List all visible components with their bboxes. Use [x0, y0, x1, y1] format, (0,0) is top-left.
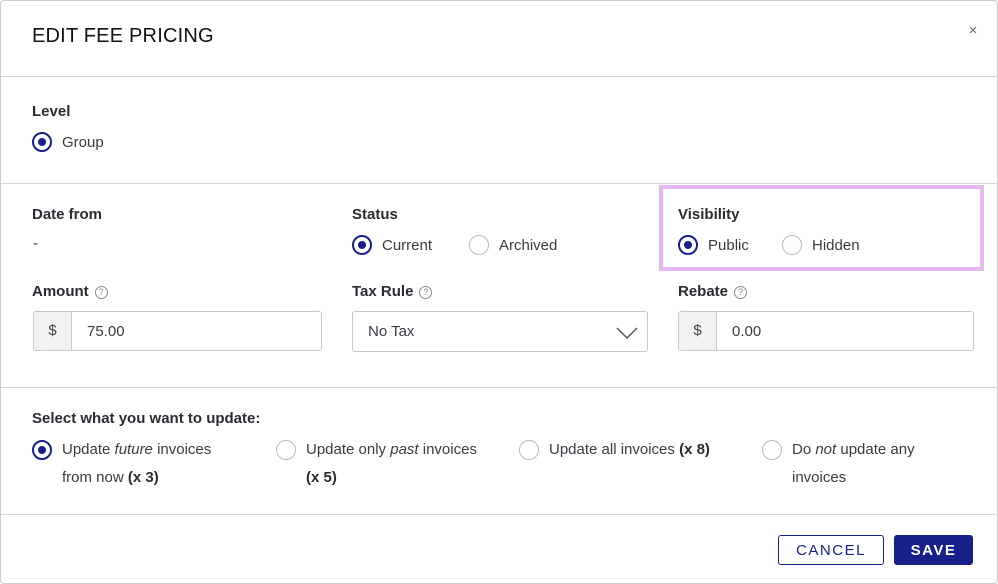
tax-rule-selected-value: No Tax — [368, 323, 415, 340]
chevron-down-icon — [616, 327, 638, 340]
update-all-radio[interactable] — [519, 440, 539, 460]
tax-rule-label: Tax Rule? — [352, 283, 433, 300]
visibility-hidden-radio[interactable] — [782, 235, 802, 255]
rebate-help-icon[interactable]: ? — [734, 286, 748, 299]
amount-label-text: Amount — [32, 283, 89, 300]
tax-rule-select[interactable]: No Tax — [352, 311, 648, 352]
update-none-label: Do not update any invoices — [792, 441, 915, 486]
rebate-field: $ — [678, 311, 974, 351]
dialog-title: EDIT FEE PRICING — [32, 25, 214, 47]
rebate-input[interactable] — [718, 312, 973, 350]
save-button[interactable]: SAVE — [894, 535, 973, 565]
status-current-radio[interactable] — [352, 235, 372, 255]
amount-field: $ — [33, 311, 322, 351]
cancel-button[interactable]: CANCEL — [778, 535, 884, 565]
visibility-hidden-label: Hidden — [812, 237, 860, 254]
edit-fee-pricing-dialog: EDIT FEE PRICING × Level Group Date from… — [0, 0, 998, 584]
level-group-radio[interactable] — [32, 132, 52, 152]
visibility-public-radio[interactable] — [678, 235, 698, 255]
visibility-highlight — [659, 185, 984, 271]
tax-rule-label-text: Tax Rule — [352, 283, 414, 300]
status-label: Status — [352, 206, 398, 223]
footer-divider — [1, 514, 998, 515]
level-divider — [1, 183, 998, 184]
level-group-label: Group — [62, 134, 104, 151]
rebate-label: Rebate? — [678, 283, 748, 300]
update-none-radio[interactable] — [762, 440, 782, 460]
status-current-label: Current — [382, 237, 433, 254]
amount-input[interactable] — [73, 312, 321, 350]
update-past-label: Update only past invoices (x 5) — [306, 441, 477, 486]
fields-divider — [1, 387, 998, 388]
update-future-radio[interactable] — [32, 440, 52, 460]
close-icon[interactable]: × — [965, 21, 981, 41]
update-all-label: Update all invoices (x 8) — [549, 441, 710, 458]
update-past-radio[interactable] — [276, 440, 296, 460]
header-divider — [1, 76, 998, 77]
rebate-currency-symbol: $ — [679, 312, 717, 350]
amount-help-icon[interactable]: ? — [94, 286, 108, 299]
update-scope-label: Select what you want to update: — [32, 410, 261, 427]
tax-rule-help-icon[interactable]: ? — [419, 286, 433, 299]
visibility-public-label: Public — [708, 237, 749, 254]
status-archived-radio[interactable] — [469, 235, 489, 255]
level-label: Level — [32, 103, 71, 120]
rebate-label-text: Rebate — [678, 283, 729, 300]
date-from-value: - — [33, 235, 38, 252]
amount-label: Amount? — [32, 283, 108, 300]
visibility-label: Visibility — [678, 206, 740, 223]
status-archived-label: Archived — [499, 237, 558, 254]
amount-currency-symbol: $ — [34, 312, 72, 350]
update-future-label: Update future invoices from now (x 3) — [62, 441, 212, 486]
date-from-label: Date from — [32, 206, 103, 223]
